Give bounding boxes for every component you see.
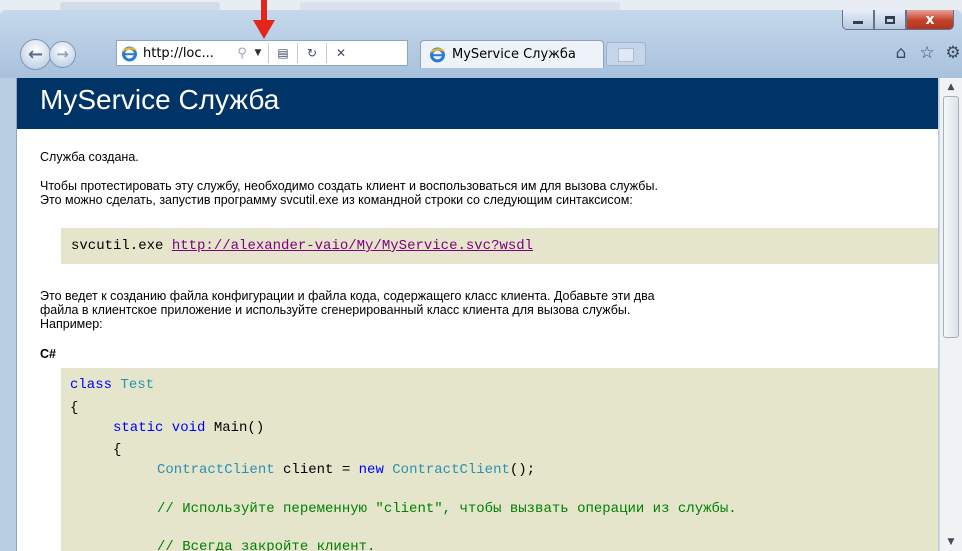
window-controls: x [842, 10, 954, 30]
divider [297, 43, 298, 63]
window-chrome: x ← → http://loc... ⚲ ▼ ▤ ↻ ✕ MyService … [0, 10, 962, 78]
page-banner: MyService Служба [17, 78, 938, 129]
instructions-text: Чтобы протестировать эту службу, необход… [40, 179, 930, 207]
code-sample: class Test { static void Main() { Contra… [61, 368, 938, 551]
back-arrow-icon: ← [27, 43, 44, 65]
code-line: ContractClient client = new ContractClie… [157, 462, 535, 478]
annotation-arrow-icon [253, 0, 275, 39]
command-box: svcutil.exe http://alexander-vaio/My/MyS… [61, 228, 938, 264]
gear-icon[interactable]: ⚙ [944, 44, 962, 62]
stop-icon[interactable]: ✕ [330, 46, 352, 60]
minimize-button[interactable] [842, 10, 874, 30]
code-type: ContractClient [392, 462, 510, 478]
result-line: файла в клиентское приложение и использу… [40, 303, 631, 317]
code-type: Test [120, 377, 155, 393]
vertical-scrollbar[interactable]: ▲ ▼ [939, 78, 962, 551]
home-icon[interactable]: ⌂ [892, 44, 910, 62]
close-icon: x [925, 11, 935, 28]
code-comment: // Всегда закройте клиент. [157, 539, 376, 551]
page-title: MyService Служба [40, 84, 280, 115]
code-line: { [113, 442, 122, 458]
wsdl-link[interactable]: http://alexander-vaio/My/MyService.svc?w… [172, 238, 533, 254]
code-line: static void Main() [113, 420, 264, 436]
code-keyword: class [70, 377, 113, 393]
command-program: svcutil.exe [71, 238, 172, 254]
divider [326, 43, 327, 63]
maximize-icon [885, 15, 895, 24]
back-button[interactable]: ← [20, 38, 51, 70]
navigation-bar: ← → http://loc... ⚲ ▼ ▤ ↻ ✕ MyService Сл… [20, 38, 646, 70]
divider [268, 43, 269, 63]
result-line: Это ведет к созданию файла конфигурации … [40, 289, 655, 303]
star-icon[interactable]: ☆ [918, 44, 936, 62]
maximize-button[interactable] [874, 10, 906, 30]
forward-arrow-icon: → [56, 45, 69, 63]
tab-title: MyService Служба [452, 47, 576, 62]
service-created-text: Служба создана. [40, 150, 139, 164]
scroll-down-icon[interactable]: ▼ [940, 533, 962, 551]
instructions-line: Чтобы протестировать эту службу, необход… [40, 179, 658, 193]
address-bar[interactable]: http://loc... ⚲ ▼ ▤ ↻ ✕ [116, 40, 408, 66]
code-text: (); [509, 462, 536, 478]
new-tab-button[interactable] [606, 42, 646, 66]
code-keyword: new [358, 462, 384, 478]
ie-logo-icon [121, 45, 138, 62]
scroll-up-icon[interactable]: ▲ [940, 78, 962, 96]
code-comment: // Используйте переменную "client", чтоб… [157, 501, 737, 517]
address-url[interactable]: http://loc... [143, 46, 233, 61]
compatibility-view-icon[interactable]: ▤ [272, 46, 294, 60]
ie-logo-icon [429, 46, 446, 63]
code-text: Main() [205, 420, 265, 436]
code-line: { [70, 400, 79, 416]
tab-myservice[interactable]: MyService Служба [420, 40, 604, 68]
chevron-down-icon[interactable]: ▼ [251, 48, 265, 58]
result-text: Это ведет к созданию файла конфигурации … [40, 289, 938, 331]
forward-button[interactable]: → [49, 40, 76, 68]
new-tab-icon [618, 48, 634, 62]
search-icon[interactable]: ⚲ [233, 46, 251, 61]
code-keyword: static void [113, 420, 206, 436]
refresh-icon[interactable]: ↻ [301, 46, 323, 60]
command-text: svcutil.exe http://alexander-vaio/My/MyS… [71, 238, 533, 254]
scrollbar-thumb[interactable] [943, 96, 959, 338]
language-label: C# [40, 347, 56, 361]
instructions-line: Это можно сделать, запустив программу sv… [40, 193, 633, 207]
result-line: Например: [40, 317, 103, 331]
browser-toolbar-icons: ⌂ ☆ ⚙ [892, 44, 962, 62]
code-text: client = [274, 462, 359, 478]
code-line: class Test [70, 377, 154, 393]
minimize-icon [853, 21, 863, 24]
close-button[interactable]: x [906, 10, 954, 30]
page-content: MyService Служба Служба создана. Чтобы п… [16, 78, 938, 551]
code-type: ContractClient [157, 462, 275, 478]
